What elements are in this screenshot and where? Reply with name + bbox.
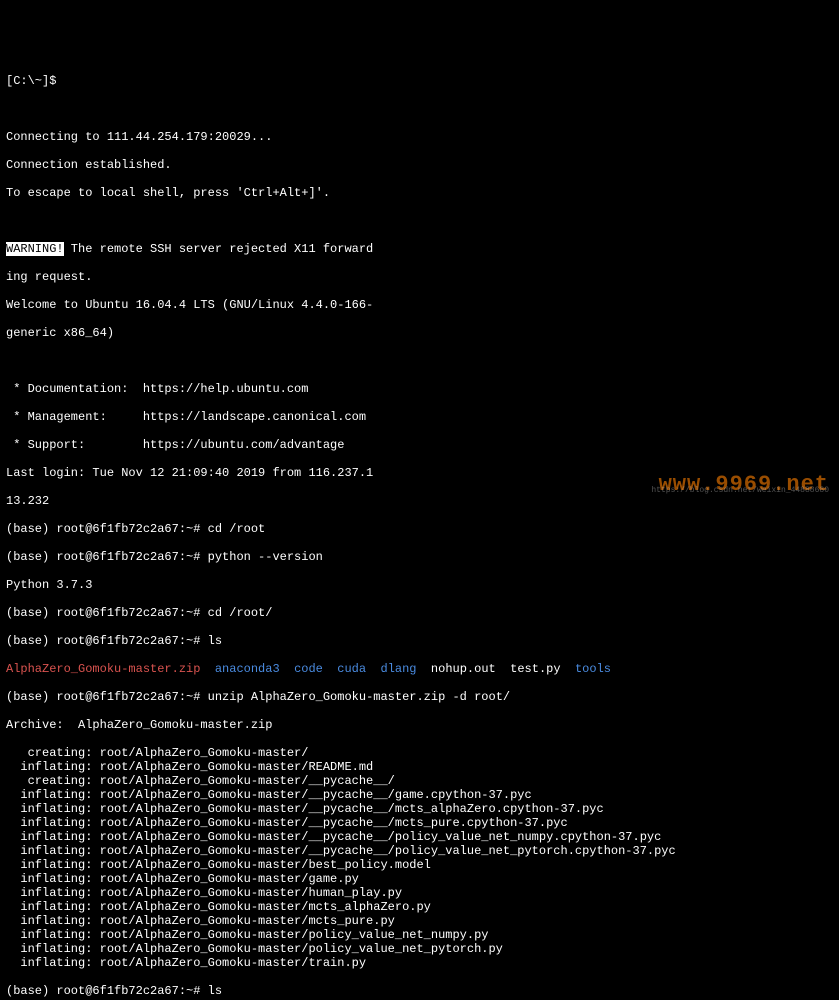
unzip-line: inflating: root/AlphaZero_Gomoku-master/… bbox=[6, 956, 833, 970]
shell-prompt: (base) root@6f1fb72c2a67:~# bbox=[6, 550, 208, 564]
last-login2: 13.232 bbox=[6, 494, 833, 508]
shell-prompt: (base) root@6f1fb72c2a67:~# bbox=[6, 606, 208, 620]
cmd-python-version: python --version bbox=[208, 550, 323, 564]
doc-line: * Documentation: https://help.ubuntu.com bbox=[6, 382, 833, 396]
connecting-line: Connecting to 111.44.254.179:20029... bbox=[6, 130, 833, 144]
welcome-line: Welcome to Ubuntu 16.04.4 LTS (GNU/Linux… bbox=[6, 298, 833, 312]
unzip-line: inflating: root/AlphaZero_Gomoku-master/… bbox=[6, 816, 833, 830]
unzip-line: inflating: root/AlphaZero_Gomoku-master/… bbox=[6, 900, 833, 914]
cmd-unzip: unzip AlphaZero_Gomoku-master.zip -d roo… bbox=[208, 690, 510, 704]
unzip-line: inflating: root/AlphaZero_Gomoku-master/… bbox=[6, 928, 833, 942]
cmd-cd-root2: cd /root/ bbox=[208, 606, 273, 620]
cmd-cd-root: cd /root bbox=[208, 522, 266, 536]
warning-cont: ing request. bbox=[6, 270, 833, 284]
cmd-ls2: ls bbox=[208, 984, 222, 998]
archive-line: Archive: AlphaZero_Gomoku-master.zip bbox=[6, 718, 833, 732]
shell-prompt: (base) root@6f1fb72c2a67:~# bbox=[6, 690, 208, 704]
escape-hint: To escape to local shell, press 'Ctrl+Al… bbox=[6, 186, 833, 200]
unzip-line: creating: root/AlphaZero_Gomoku-master/_… bbox=[6, 774, 833, 788]
unzip-line: inflating: root/AlphaZero_Gomoku-master/… bbox=[6, 788, 833, 802]
welcome-line2: generic x86_64) bbox=[6, 326, 833, 340]
sup-line: * Support: https://ubuntu.com/advantage bbox=[6, 438, 833, 452]
unzip-line: inflating: root/AlphaZero_Gomoku-master/… bbox=[6, 872, 833, 886]
unzip-line: inflating: root/AlphaZero_Gomoku-master/… bbox=[6, 858, 833, 872]
cmd-ls: ls bbox=[208, 634, 222, 648]
shell-prompt: (base) root@6f1fb72c2a67:~# bbox=[6, 984, 208, 998]
terminal-output[interactable]: [C:\~]$ Connecting to 111.44.254.179:200… bbox=[6, 60, 833, 1000]
unzip-line: inflating: root/AlphaZero_Gomoku-master/… bbox=[6, 760, 833, 774]
conn-established: Connection established. bbox=[6, 158, 833, 172]
unzip-line: inflating: root/AlphaZero_Gomoku-master/… bbox=[6, 844, 833, 858]
unzip-line: inflating: root/AlphaZero_Gomoku-master/… bbox=[6, 830, 833, 844]
unzip-line: inflating: root/AlphaZero_Gomoku-master/… bbox=[6, 914, 833, 928]
warning-text: The remote SSH server rejected X11 forwa… bbox=[64, 242, 374, 256]
local-prompt: [C:\~]$ bbox=[6, 74, 56, 88]
python-version: Python 3.7.3 bbox=[6, 578, 833, 592]
dollar-sign bbox=[56, 74, 63, 88]
ls-output-1: AlphaZero_Gomoku-master.zip anaconda3 co… bbox=[6, 662, 833, 676]
mgt-line: * Management: https://landscape.canonica… bbox=[6, 410, 833, 424]
shell-prompt: (base) root@6f1fb72c2a67:~# bbox=[6, 522, 208, 536]
shell-prompt: (base) root@6f1fb72c2a67:~# bbox=[6, 634, 208, 648]
unzip-line: inflating: root/AlphaZero_Gomoku-master/… bbox=[6, 942, 833, 956]
unzip-line: creating: root/AlphaZero_Gomoku-master/ bbox=[6, 746, 833, 760]
unzip-line: inflating: root/AlphaZero_Gomoku-master/… bbox=[6, 886, 833, 900]
warning-badge: WARNING! bbox=[6, 242, 64, 256]
last-login: Last login: Tue Nov 12 21:09:40 2019 fro… bbox=[6, 466, 833, 480]
unzip-line: inflating: root/AlphaZero_Gomoku-master/… bbox=[6, 802, 833, 816]
